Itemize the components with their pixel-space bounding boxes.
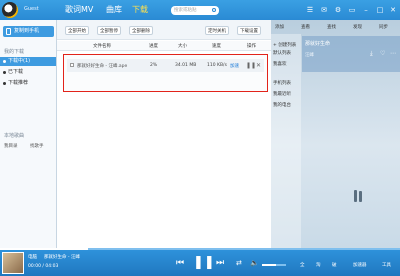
table-header: 文件名称 进度 大小 速度 操作	[57, 41, 271, 51]
start-all-button[interactable]: 全部开始	[65, 26, 89, 35]
album-cover[interactable]	[2, 252, 24, 274]
search-input[interactable]: 搜索或粘贴	[171, 6, 219, 15]
sidebar-item-downloading[interactable]: 下载中(1)	[0, 57, 56, 66]
pause-icon[interactable]: ❚❚	[193, 255, 215, 270]
tab-search[interactable]: 查找	[327, 24, 336, 30]
close-icon[interactable]: ✕	[389, 6, 397, 14]
mini-mode-icon[interactable]: ▭	[348, 6, 356, 14]
pause-all-button[interactable]: 全部暂停	[97, 26, 121, 35]
list-item[interactable]: 默认列表	[273, 50, 291, 56]
tab-add[interactable]: 添加	[275, 24, 284, 30]
sidebar-item-label: 下载推荐	[8, 80, 29, 86]
delete-all-button[interactable]: 全部删除	[129, 26, 153, 35]
my-downloads-title: 我的下载	[4, 49, 25, 55]
username[interactable]: Guest	[24, 6, 39, 12]
download-toolbar: 全部开始 全部暂停 全部删除 定时关机 下载设置	[57, 20, 271, 40]
left-sidebar: 复制到手机 我的下载 下载中(1) 已下载 下载推荐 本地歌曲 我目录 找歌手	[0, 20, 57, 248]
copy-to-phone-label: 复制到手机	[14, 28, 40, 34]
tool-tools[interactable]: 工具	[382, 262, 391, 268]
skin-icon[interactable]: ☰	[306, 6, 314, 14]
figure-decoration	[354, 190, 357, 202]
playlist-list: + 创建列表 默认列表 我喜欢 手机列表 我最近听 我的电台	[271, 34, 301, 248]
source-label[interactable]: 电脑	[28, 254, 37, 260]
favorite-icon[interactable]: ♡	[380, 50, 385, 57]
app-logo-icon[interactable]	[2, 2, 18, 18]
download-settings-button[interactable]: 下载设置	[237, 26, 261, 35]
maximize-icon[interactable]: □	[376, 6, 384, 14]
col-filename: 文件名称	[93, 44, 111, 49]
pause-icon[interactable]: ❚❚	[246, 62, 256, 69]
col-size: 大小	[178, 44, 187, 49]
sidebar-item-label: 已下载	[8, 69, 24, 75]
folder-tool[interactable]: 我目录	[4, 143, 18, 149]
file-name: 那就好好生命 - 汪峰.ape	[77, 64, 128, 69]
col-speed: 速度	[212, 44, 221, 49]
sidebar-item-label: 下载中(1)	[8, 58, 31, 64]
file-progress: 2%	[150, 63, 158, 68]
tab-download[interactable]: 下载	[132, 4, 148, 15]
list-item[interactable]: 手机列表	[273, 80, 291, 86]
download-panel: 全部开始 全部暂停 全部删除 定时关机 下载设置 文件名称 进度 大小 速度 操…	[57, 20, 271, 248]
check-icon	[3, 71, 6, 74]
table-row[interactable]: 那就好好生命 - 汪峰.ape 2% 34.01 MB 110 KB/s 加速 …	[67, 59, 264, 72]
download-icon	[3, 60, 6, 63]
tab-view[interactable]: 查看	[301, 24, 310, 30]
time-display: 00:00 / 04:03	[28, 264, 59, 269]
list-item[interactable]: 我的电台	[273, 102, 291, 108]
volume-slider[interactable]	[262, 264, 286, 266]
settings-icon[interactable]: ⚙	[334, 6, 342, 14]
find-singer-tool[interactable]: 找歌手	[30, 143, 44, 149]
progress-fill	[0, 248, 88, 250]
previous-icon[interactable]: ⏮	[176, 258, 184, 268]
message-icon[interactable]: ✉	[320, 6, 328, 14]
create-list-button[interactable]: + 创建列表	[273, 42, 296, 48]
search-placeholder: 搜索或粘贴	[174, 8, 197, 13]
tool-accelerator[interactable]: 加速器	[353, 262, 367, 268]
file-size: 34.01 MB	[175, 63, 197, 68]
player-bar: 电脑 那就好生命 - 汪峰 00:00 / 04:03 ⏮ ❚❚ ⏭ ⇄ 🔈 全…	[0, 248, 400, 276]
play-mode-icon[interactable]: ⇄	[236, 259, 242, 267]
next-icon[interactable]: ⏭	[216, 258, 224, 268]
col-actions: 操作	[247, 44, 256, 49]
tool-crack[interactable]: 破	[332, 262, 337, 268]
sidebar-item-downloaded[interactable]: 已下载	[0, 68, 56, 77]
file-speed: 110 KB/s	[207, 63, 227, 68]
tab-library[interactable]: 曲库	[106, 4, 122, 15]
top-bar: Guest 歌词MV 曲库 下载 搜索或粘贴 ☰ ✉ ⚙ ▭ – □ ✕	[0, 0, 400, 20]
more-icon[interactable]: ⋯	[390, 50, 396, 57]
copy-to-phone-button[interactable]: 复制到手机	[3, 26, 54, 37]
shutdown-timer-button[interactable]: 定时关机	[205, 26, 229, 35]
tab-sync[interactable]: 同步	[379, 24, 388, 30]
star-icon	[3, 82, 6, 85]
col-progress: 进度	[149, 44, 158, 49]
search-icon[interactable]	[212, 8, 216, 12]
sidebar-item-recommend[interactable]: 下载推荐	[0, 79, 56, 88]
tool-full[interactable]: 全	[300, 262, 305, 268]
row-checkbox[interactable]	[70, 63, 74, 67]
local-songs-title: 本地歌曲	[4, 133, 25, 139]
download-icon[interactable]: ⤓	[370, 50, 373, 58]
song-artist: 汪峰	[305, 53, 314, 58]
minimize-icon[interactable]: –	[362, 6, 370, 14]
accelerate-link[interactable]: 加速	[230, 63, 239, 69]
playback-progress[interactable]	[0, 248, 400, 250]
tab-lyrics-mv[interactable]: 歌词MV	[65, 4, 93, 15]
figure-decoration	[359, 191, 362, 202]
list-item[interactable]: 我最近听	[273, 91, 291, 97]
highlighted-download-area: 那就好好生命 - 汪峰.ape 2% 34.01 MB 110 KB/s 加速 …	[63, 54, 268, 92]
volume-icon[interactable]: 🔈	[250, 259, 259, 267]
list-item[interactable]: 我喜欢	[273, 61, 287, 67]
now-playing: 那就好生命 - 汪峰	[44, 255, 80, 260]
volume-fill	[262, 264, 277, 266]
playlist-panel: 添加 查看 查找 发现 同步 + 创建列表 默认列表 我喜欢 手机列表 我最近听…	[271, 20, 400, 248]
tab-discover[interactable]: 发现	[353, 24, 362, 30]
phone-icon	[6, 28, 11, 35]
current-song-card[interactable]: 那就好生命 汪峰 ⤓ ♡ ⋯	[302, 36, 400, 72]
delete-icon[interactable]: ✕	[256, 62, 261, 69]
tool-shop[interactable]: 淘	[316, 262, 321, 268]
song-title: 那就好生命	[305, 41, 331, 47]
